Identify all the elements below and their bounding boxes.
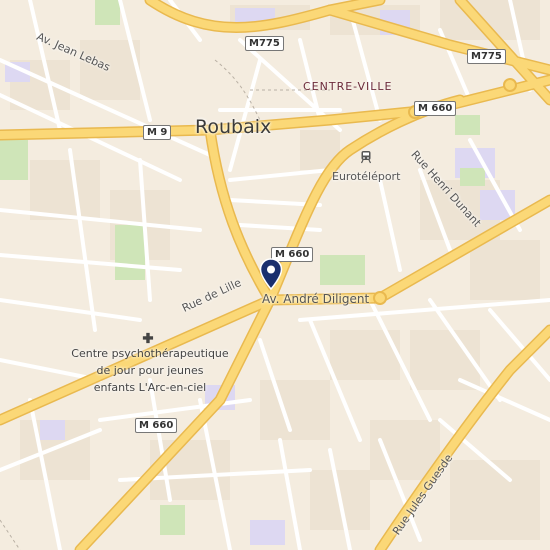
- station-label: Eurotéléport: [332, 170, 401, 183]
- medical-cross-icon: [142, 332, 154, 344]
- map-canvas[interactable]: Roubaix CENTRE-VILLE Av. Jean Lebas Rue …: [0, 0, 550, 550]
- clinic-label-line-2: de jour pour jeunes: [96, 364, 204, 377]
- road-shield-m775: M775: [245, 36, 284, 51]
- clinic-label-line-1: Centre psychothérapeutique: [71, 347, 229, 360]
- road-shield-m9: M 9: [143, 125, 172, 140]
- district-label: CENTRE-VILLE: [303, 80, 393, 93]
- clinic-label-line-3: enfants L'Arc-en-ciel: [93, 381, 207, 394]
- road-shield-m660-north: M 660: [414, 101, 457, 116]
- road-shield-m775-east: M775: [467, 49, 506, 64]
- clinic-label: Centre psychothérapeutique de jour pour …: [60, 345, 240, 396]
- street-label-andre-diligent: Av. André Diligent: [262, 292, 370, 306]
- city-label: Roubaix: [195, 116, 272, 138]
- tram-icon: [360, 151, 372, 164]
- map-pin-icon[interactable]: [259, 258, 283, 290]
- road-shield-m660-south: M 660: [135, 418, 178, 433]
